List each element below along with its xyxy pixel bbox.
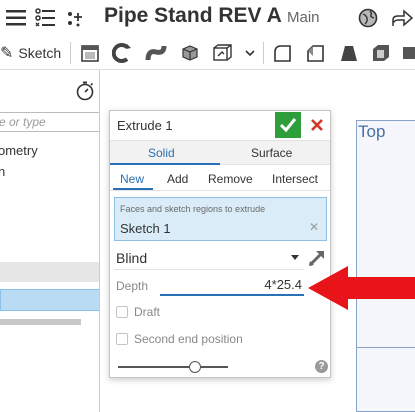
faces-selection-field[interactable]: Faces and sketch regions to extrude Sket… bbox=[114, 197, 327, 241]
chamfer-icon[interactable] bbox=[303, 41, 327, 65]
plane-label: Top bbox=[358, 122, 386, 141]
depth-input[interactable]: 4*25.4 bbox=[160, 274, 304, 296]
shell-icon[interactable] bbox=[369, 41, 393, 65]
share-icon[interactable] bbox=[390, 6, 414, 30]
sweep-icon[interactable] bbox=[144, 41, 168, 65]
feature-tree-panel: e or type ometry n bbox=[0, 70, 100, 412]
body-type-tabs: Solid Surface bbox=[110, 140, 330, 165]
active-op-indicator bbox=[113, 188, 153, 190]
feature-toolbar: ✎ Sketch bbox=[0, 36, 415, 70]
second-end-checkbox-row[interactable]: Second end position bbox=[116, 331, 243, 347]
sketch-label: Sketch bbox=[18, 45, 62, 61]
tree-item[interactable]: n bbox=[0, 164, 5, 179]
selection-value[interactable]: Sketch 1 bbox=[120, 221, 171, 236]
document-title[interactable]: Pipe Stand REV A bbox=[104, 4, 282, 28]
op-new[interactable]: New bbox=[120, 172, 144, 186]
boolean-icon[interactable] bbox=[400, 41, 415, 65]
loft-icon[interactable] bbox=[178, 41, 202, 65]
active-tab-indicator bbox=[110, 163, 220, 165]
op-intersect[interactable]: Intersect bbox=[272, 172, 318, 186]
end-type-select[interactable]: Blind bbox=[114, 246, 304, 270]
sketch-button[interactable]: ✎ Sketch bbox=[0, 43, 61, 63]
draft-label: Draft bbox=[134, 305, 161, 319]
solid-box-icon[interactable] bbox=[211, 41, 235, 65]
preview-slider-thumb[interactable] bbox=[189, 361, 201, 373]
plane-edge bbox=[356, 347, 415, 348]
annotation-arrow-icon bbox=[308, 266, 415, 310]
accept-button[interactable] bbox=[275, 112, 301, 138]
tab-surface[interactable]: Surface bbox=[251, 146, 292, 160]
close-icon bbox=[311, 119, 323, 131]
draft-icon[interactable] bbox=[337, 41, 361, 65]
dialog-title[interactable]: Extrude 1 bbox=[117, 118, 173, 133]
variables-icon[interactable] bbox=[64, 6, 88, 30]
tree-item-selected[interactable] bbox=[0, 289, 99, 311]
feature-filter-input[interactable]: e or type bbox=[0, 112, 99, 132]
revolve-icon[interactable] bbox=[110, 41, 134, 65]
dropdown-caret-icon bbox=[291, 255, 299, 260]
second-end-checkbox[interactable] bbox=[116, 333, 128, 345]
tree-section-header bbox=[0, 262, 99, 282]
menu-icon[interactable] bbox=[4, 6, 28, 30]
tree-item-default-geometry[interactable]: ometry bbox=[0, 143, 38, 158]
draft-checkbox[interactable] bbox=[116, 306, 128, 318]
second-end-label: Second end position bbox=[134, 332, 243, 346]
end-type-value: Blind bbox=[116, 250, 148, 266]
extrude-dialog: Extrude 1 Solid Surface New Add Remove I… bbox=[109, 110, 331, 378]
pencil-icon: ✎ bbox=[0, 45, 14, 62]
rollback-bar[interactable] bbox=[0, 319, 81, 325]
branch-label[interactable]: Main bbox=[287, 9, 320, 26]
feature-list-icon[interactable] bbox=[34, 6, 58, 30]
fillet-icon[interactable] bbox=[270, 41, 294, 65]
operation-tabs: New Add Remove Intersect bbox=[110, 166, 330, 191]
globe-icon[interactable] bbox=[356, 6, 380, 30]
selection-hint: Faces and sketch regions to extrude bbox=[120, 204, 266, 214]
depth-label: Depth bbox=[116, 279, 149, 293]
preview-slider-track[interactable] bbox=[118, 366, 228, 368]
toolbar-divider bbox=[263, 42, 264, 64]
checkmark-icon bbox=[279, 118, 297, 133]
draft-checkbox-row[interactable]: Draft bbox=[116, 304, 160, 320]
dialog-header: Extrude 1 bbox=[110, 111, 330, 139]
chevron-down-icon[interactable] bbox=[238, 41, 262, 65]
cancel-button[interactable] bbox=[306, 114, 328, 136]
tab-solid[interactable]: Solid bbox=[148, 146, 175, 160]
new-part-studio-icon[interactable] bbox=[78, 41, 102, 65]
op-add[interactable]: Add bbox=[167, 172, 188, 186]
help-icon[interactable]: ? bbox=[315, 360, 328, 373]
op-remove[interactable]: Remove bbox=[208, 172, 253, 186]
rollback-timer-icon[interactable] bbox=[74, 80, 96, 102]
toolbar-divider bbox=[70, 42, 71, 64]
clear-selection-icon[interactable]: ✕ bbox=[309, 220, 319, 234]
document-header: Pipe Stand REV A Main bbox=[0, 0, 415, 36]
